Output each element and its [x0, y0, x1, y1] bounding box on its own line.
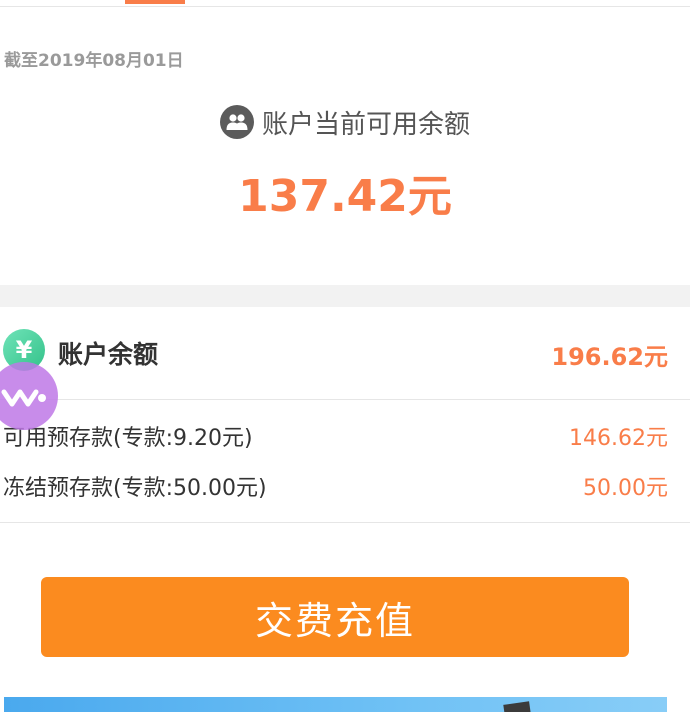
divider — [0, 522, 690, 523]
section-separator — [0, 285, 690, 307]
as-of-date: 截至2019年08月01日 — [4, 51, 184, 71]
detail-value: 146.62元 — [569, 426, 668, 451]
account-balance-value: 196.62元 — [551, 343, 668, 371]
assistant-wave-icon — [1, 389, 46, 407]
account-balance-title: 账户余额 — [58, 340, 159, 369]
top-tab-strip — [0, 0, 690, 7]
detail-row-frozen-deposit: 冻结预存款(专款:50.00元) 50.00元 — [0, 464, 690, 504]
detail-label: 冻结预存款(专款:50.00元) — [3, 476, 267, 501]
banner-decoration — [503, 701, 531, 712]
promo-banner[interactable] — [4, 697, 667, 712]
account-balance-row[interactable]: ¥ 账户余额 196.62元 — [0, 307, 690, 400]
active-tab-indicator — [125, 0, 185, 4]
pay-recharge-button[interactable]: 交费充值 — [41, 577, 629, 657]
available-balance-header: 账户当前可用余额 — [0, 100, 690, 144]
people-icon — [219, 105, 254, 139]
available-balance-amount: 137.42元 — [238, 171, 452, 222]
detail-row-available-deposit: 可用预存款(专款:9.20元) 146.62元 — [0, 414, 690, 454]
detail-value: 50.00元 — [583, 476, 668, 501]
available-balance-label: 账户当前可用余额 — [261, 109, 470, 140]
